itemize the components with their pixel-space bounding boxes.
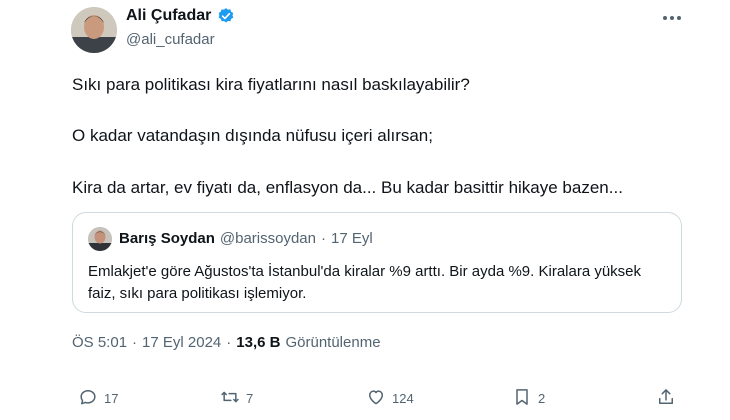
tweet-date[interactable]: 17 Eyl 2024 [142, 334, 221, 351]
separator-dot: · [132, 334, 138, 351]
bookmark-button[interactable]: 2 [512, 385, 545, 411]
quoted-tweet-text: Emlakjet'e göre Ağustos'ta İstanbul'da k… [88, 263, 642, 302]
tweet-text-line: Kira da artar, ev fiyatı da, enflasyon d… [72, 178, 623, 197]
author-avatar[interactable] [71, 7, 117, 53]
retweet-button[interactable]: 7 [220, 385, 253, 411]
verified-badge-icon[interactable] [217, 7, 235, 25]
action-bar: 17 7 124 2 [72, 385, 692, 413]
views-count: 13,6 B [236, 334, 281, 351]
quoted-tweet[interactable]: Barış Soydan @barissoydan · 17 Eyl Emlak… [72, 212, 682, 313]
tweet-text-line: O kadar vatandaşın dışında nüfusu içeri … [72, 126, 433, 145]
quoted-author-avatar [88, 227, 112, 251]
retweet-icon [220, 387, 240, 410]
more-options-icon[interactable] [655, 8, 689, 28]
retweet-count: 7 [246, 390, 254, 406]
like-button[interactable]: 124 [366, 385, 414, 411]
share-button[interactable] [656, 385, 676, 411]
tweet-text-line: Sıkı para politikası kira fiyatlarını na… [72, 75, 470, 94]
reply-icon [78, 387, 98, 410]
author-handle[interactable]: @ali_cufadar [126, 31, 215, 48]
tweet-time[interactable]: ÖS 5:01 [72, 334, 127, 351]
quoted-date: 17 Eyl [330, 230, 373, 247]
quoted-author-name: Barış Soydan [119, 230, 215, 247]
share-icon [656, 387, 676, 410]
reply-count: 17 [104, 390, 119, 406]
bookmark-count: 2 [538, 390, 546, 406]
quoted-author-handle: @barissoydan [219, 230, 316, 247]
heart-icon [366, 387, 386, 410]
author-display-name[interactable]: Ali Çufadar [126, 7, 211, 25]
tweet-meta: ÖS 5:01 · 17 Eyl 2024 · 13,6 B Görüntüle… [72, 334, 381, 351]
views-label: Görüntülenme [285, 334, 381, 351]
like-count: 124 [392, 390, 414, 406]
separator-dot: · [320, 230, 326, 247]
bookmark-icon [512, 387, 532, 410]
reply-button[interactable]: 17 [78, 385, 118, 411]
separator-dot: · [226, 334, 232, 351]
